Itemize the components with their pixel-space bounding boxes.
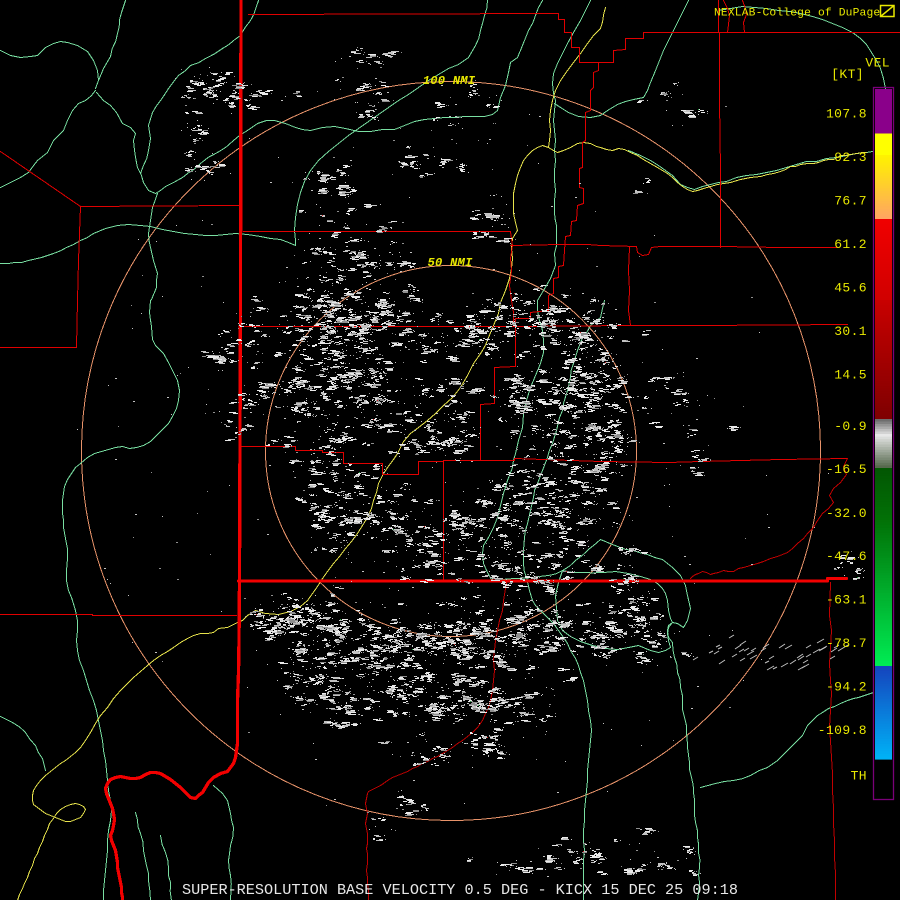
svg-text:-47.6: -47.6 xyxy=(826,549,867,564)
svg-text:45.6: 45.6 xyxy=(834,281,867,296)
svg-text:92.3: 92.3 xyxy=(834,150,867,165)
svg-text:-94.2: -94.2 xyxy=(826,680,867,695)
svg-text:SUPER-RESOLUTION BASE VELOCITY: SUPER-RESOLUTION BASE VELOCITY 0.5 DEG -… xyxy=(182,881,738,899)
svg-text:-78.7: -78.7 xyxy=(826,636,867,651)
svg-text:50 NMI: 50 NMI xyxy=(427,256,473,270)
svg-text:61.2: 61.2 xyxy=(834,237,867,252)
svg-text:76.7: 76.7 xyxy=(834,194,867,209)
svg-text:TH: TH xyxy=(851,769,867,784)
svg-text:-0.9: -0.9 xyxy=(834,419,867,434)
svg-text:-16.5: -16.5 xyxy=(826,462,867,477)
svg-text:107.8: 107.8 xyxy=(826,107,867,122)
svg-text:14.5: 14.5 xyxy=(834,368,867,383)
svg-text:-109.8: -109.8 xyxy=(818,723,867,738)
svg-text:-63.1: -63.1 xyxy=(826,593,867,608)
svg-text:-32.0: -32.0 xyxy=(826,506,867,521)
svg-text:NEXLAB-College of DuPage: NEXLAB-College of DuPage xyxy=(714,8,880,20)
svg-text:100 NMI: 100 NMI xyxy=(423,74,476,88)
svg-text:[KT]: [KT] xyxy=(831,67,864,82)
svg-text:VEL: VEL xyxy=(865,56,890,71)
svg-text:30.1: 30.1 xyxy=(834,324,867,339)
